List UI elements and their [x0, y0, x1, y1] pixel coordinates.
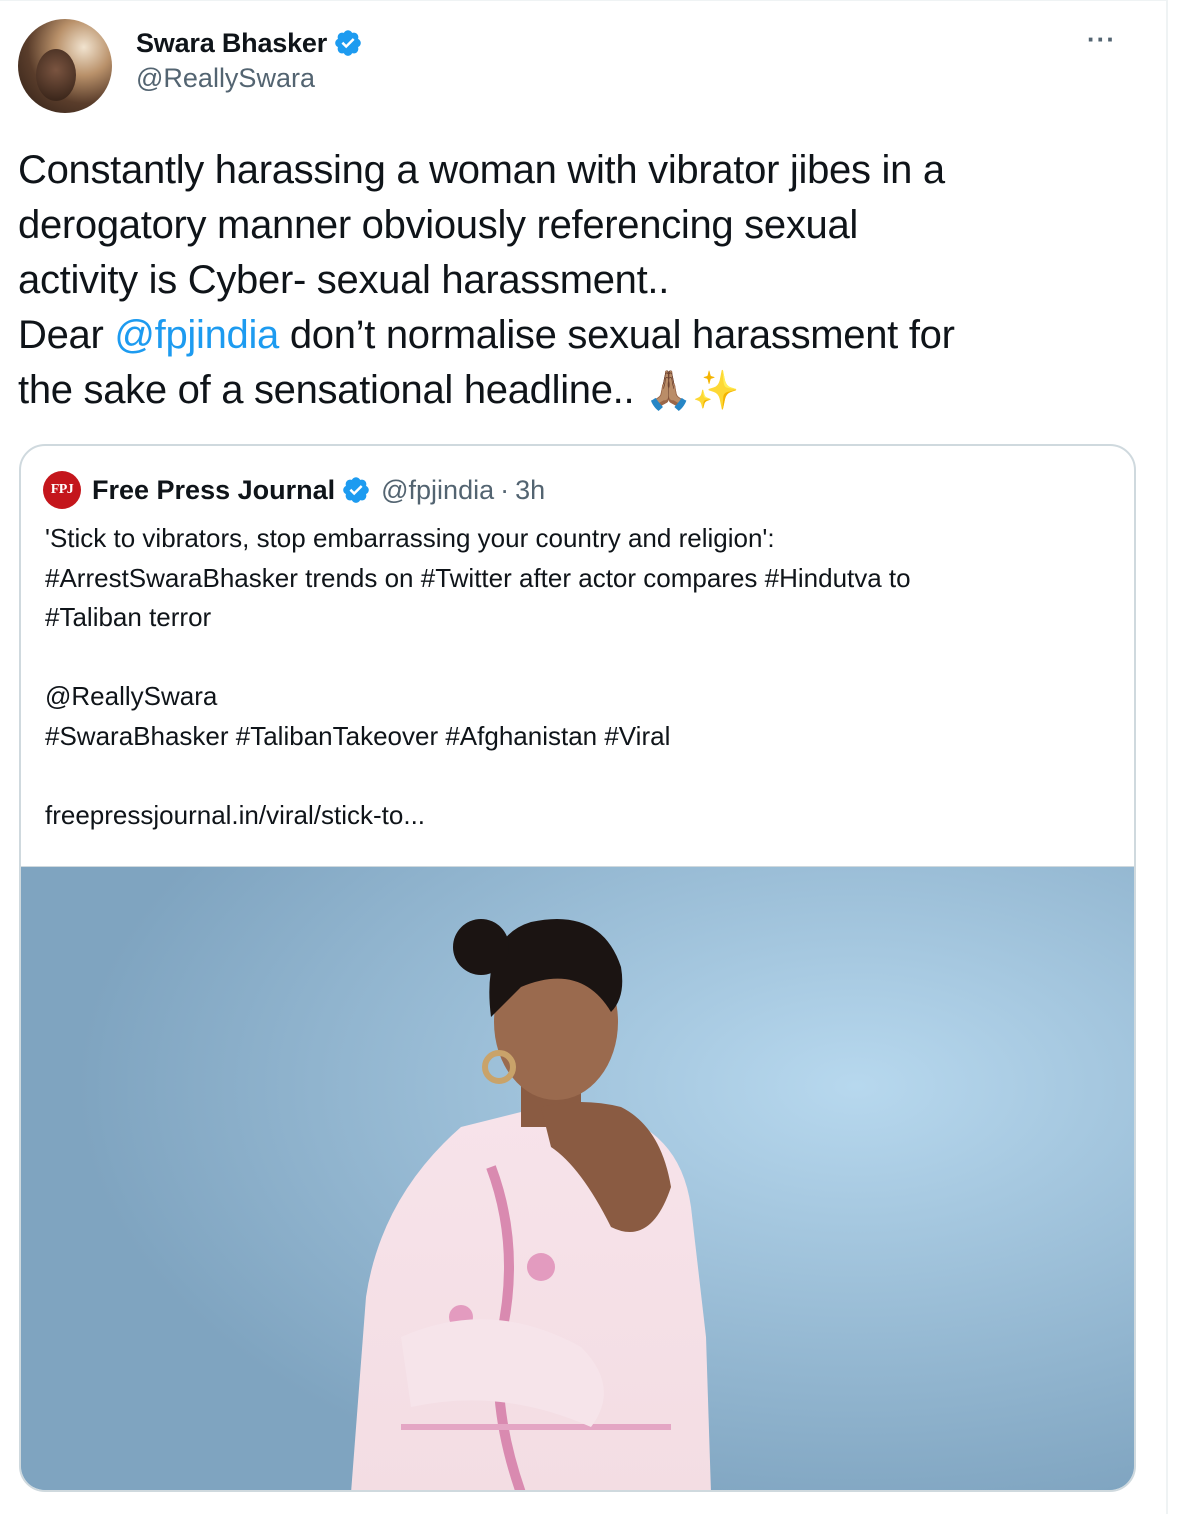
- author-handle[interactable]: @ReallySwara: [136, 63, 363, 94]
- quoted-display-name[interactable]: Free Press Journal: [92, 475, 335, 506]
- tweet-line-5: the sake of a sensational headline.. 🙏🏽✨: [18, 363, 1128, 419]
- quoted-media-image[interactable]: [21, 866, 1134, 1490]
- tweet-text: Constantly harassing a woman with vibrat…: [18, 143, 1128, 419]
- quoted-line-3: #Taliban terror: [45, 602, 212, 632]
- quoted-line-5: @ReallySwara: [45, 681, 218, 711]
- quoted-line-2: #ArrestSwaraBhasker trends on #Twitter a…: [45, 562, 911, 593]
- quoted-line-6: #SwaraBhasker #TalibanTakeover #Afghanis…: [45, 720, 671, 751]
- tweet-line-2: derogatory manner obviously referencing …: [18, 203, 859, 247]
- verified-badge-icon: [335, 30, 361, 56]
- quoted-line-4: [45, 638, 1115, 678]
- quoted-handle[interactable]: @fpjindia: [381, 475, 494, 506]
- verified-badge-icon: [343, 477, 369, 503]
- woman-portrait-illustration: [21, 867, 1134, 1490]
- fpj-logo-avatar[interactable]: FPJ: [43, 471, 81, 509]
- author-block: Swara Bhasker @ReallySwara: [136, 25, 363, 94]
- tweet-line-5-text: the sake of a sensational headline..: [18, 368, 646, 412]
- avatar[interactable]: [18, 19, 112, 113]
- quoted-line-1: 'Stick to vibrators, stop embarrassing y…: [45, 523, 775, 553]
- quoted-line-8: freepressjournal.in/viral/stick-to...: [45, 799, 426, 830]
- quoted-tweet[interactable]: FPJ Free Press Journal @fpjindia · 3h 'S…: [19, 444, 1136, 1492]
- tweet-line-4-suffix: don’t normalise sexual harassment for: [279, 313, 955, 357]
- quoted-header: FPJ Free Press Journal @fpjindia · 3h: [43, 470, 545, 510]
- quoted-line-7: [45, 756, 1115, 796]
- tweet-line-4-prefix: Dear: [18, 313, 115, 357]
- tweet-line-4: Dear @fpjindia don’t normalise sexual ha…: [18, 308, 1128, 363]
- quoted-separator: ·: [500, 474, 510, 505]
- author-name-row: Swara Bhasker: [136, 25, 363, 61]
- quoted-timestamp[interactable]: 3h: [515, 475, 545, 506]
- tweet-card: Swara Bhasker @ReallySwara ··· Constantl…: [0, 0, 1168, 1514]
- mention-link[interactable]: @fpjindia: [114, 313, 279, 357]
- avatar-face: [36, 49, 76, 101]
- emoji-pray-sparkles: 🙏🏽✨: [645, 370, 740, 412]
- tweet-line-1: Constantly harassing a woman with vibrat…: [18, 148, 945, 192]
- author-display-name[interactable]: Swara Bhasker: [136, 28, 327, 59]
- quoted-text: 'Stick to vibrators, stop embarrassing y…: [45, 519, 1115, 835]
- more-horizontal-icon[interactable]: ···: [1087, 26, 1116, 52]
- tweet-line-3: activity is Cyber- sexual harassment..: [18, 258, 670, 302]
